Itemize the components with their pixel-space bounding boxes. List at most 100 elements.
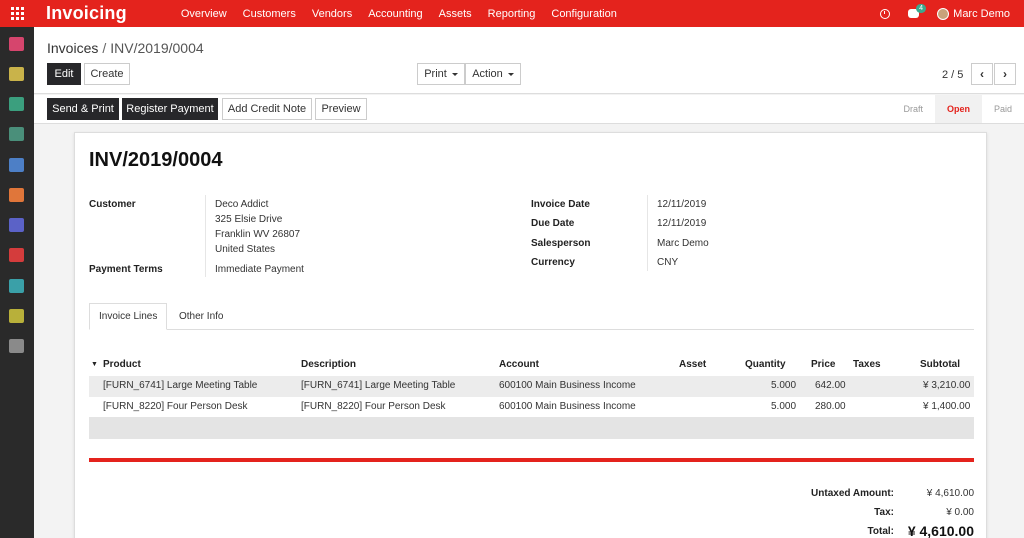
col-taxes[interactable]: Taxes <box>853 359 881 370</box>
cell-product: [FURN_6741] Large Meeting Table <box>103 380 258 391</box>
status-draft: Draft <box>903 104 923 114</box>
breadcrumb-invoices[interactable]: Invoices <box>47 40 98 56</box>
invoice-form-sheet: INV/2019/0004 Customer Deco Addict 325 E… <box>74 132 987 538</box>
messaging-menu[interactable]: 4 <box>908 4 927 18</box>
cell-product: [FURN_8220] Four Person Desk <box>103 401 248 412</box>
employees-icon[interactable] <box>9 279 24 293</box>
due-date-label: Due Date <box>531 218 575 229</box>
cell-description: [FURN_6741] Large Meeting Table <box>301 380 456 391</box>
control-panel: Invoices / INV/2019/0004 Edit Create Print… <box>34 27 1024 94</box>
cell-subtotal: ¥ 1,400.00 <box>923 401 971 412</box>
cell-price: 280.00 <box>815 401 846 412</box>
crm-icon[interactable] <box>9 127 24 141</box>
main-menu: Overview Customers Vendors Accounting As… <box>173 8 625 20</box>
invoicing-icon[interactable] <box>9 188 24 202</box>
salesperson-label: Salesperson <box>531 238 591 249</box>
cell-account: 600100 Main Business Income <box>499 380 636 391</box>
tax-value: ¥ 0.00 <box>946 507 974 518</box>
notebook-tabs: Invoice Lines Other Info <box>89 303 974 330</box>
chevron-right-icon: › <box>1003 67 1007 81</box>
caret-down-icon <box>507 72 514 76</box>
currency-label: Currency <box>531 257 575 268</box>
cell-account: 600100 Main Business Income <box>499 401 636 412</box>
register-payment-button[interactable]: Register Payment <box>122 98 218 120</box>
cell-quantity: 5.000 <box>771 401 797 412</box>
breadcrumb-separator: / <box>102 40 107 56</box>
invoice-number: INV/2019/0004 <box>89 149 223 171</box>
top-navbar: Invoicing Overview Customers Vendors Acc… <box>0 0 1024 27</box>
due-date-value[interactable]: 12/11/2019 <box>657 218 706 229</box>
user-name: Marc Demo <box>953 7 1010 20</box>
print-dropdown[interactable]: Print <box>417 63 465 85</box>
app-title[interactable]: Invoicing <box>46 3 127 24</box>
cell-subtotal: ¥ 3,210.00 <box>923 380 971 391</box>
status-open: Open <box>934 95 982 123</box>
edit-button[interactable]: Edit <box>47 63 81 85</box>
customer-label: Customer <box>89 199 136 210</box>
create-button[interactable]: Create <box>84 63 130 85</box>
pager-next-button[interactable]: › <box>994 63 1016 85</box>
pager-previous-button[interactable]: ‹ <box>971 63 993 85</box>
activity-clock-icon[interactable] <box>880 8 891 19</box>
invoice-date-value[interactable]: 12/11/2019 <box>657 199 706 210</box>
menu-configuration[interactable]: Configuration <box>543 8 624 20</box>
col-price[interactable]: Price <box>811 359 835 370</box>
expenses-icon[interactable] <box>9 309 24 323</box>
menu-overview[interactable]: Overview <box>173 8 235 20</box>
col-subtotal[interactable]: Subtotal <box>920 359 960 370</box>
settings-icon[interactable] <box>9 339 24 353</box>
action-dropdown[interactable]: Action <box>465 63 521 85</box>
pager-value[interactable]: 2 / 5 <box>942 69 963 81</box>
add-credit-note-button[interactable]: Add Credit Note <box>222 98 312 120</box>
user-menu[interactable]: Marc Demo <box>937 7 1010 20</box>
systray: 4 Marc Demo <box>880 0 1010 27</box>
menu-vendors[interactable]: Vendors <box>304 8 360 20</box>
preview-button[interactable]: Preview <box>315 98 367 120</box>
menu-customers[interactable]: Customers <box>235 8 304 20</box>
action-label: Action <box>472 68 503 80</box>
status-steps: Draft Open Paid <box>891 95 1024 123</box>
col-account[interactable]: Account <box>499 359 539 370</box>
col-asset[interactable]: Asset <box>679 359 706 370</box>
currency-value[interactable]: CNY <box>657 257 678 268</box>
cell-quantity: 5.000 <box>771 380 797 391</box>
apps-menu-button[interactable] <box>0 0 34 27</box>
col-product[interactable]: Product <box>103 359 141 370</box>
menu-reporting[interactable]: Reporting <box>480 8 544 20</box>
cell-description: [FURN_8220] Four Person Desk <box>301 401 446 412</box>
untaxed-amount-value: ¥ 4,610.00 <box>926 488 974 499</box>
app-sidebar <box>0 27 34 538</box>
menu-accounting[interactable]: Accounting <box>360 8 430 20</box>
inventory-icon[interactable] <box>9 218 24 232</box>
chat-badge: 4 <box>916 4 927 13</box>
field-divider <box>205 195 206 277</box>
total-value: ¥ 4,610.00 <box>907 523 974 538</box>
sales-icon[interactable] <box>9 158 24 172</box>
add-line-row[interactable] <box>89 417 974 439</box>
contacts-icon[interactable] <box>9 97 24 111</box>
menu-assets[interactable]: Assets <box>431 8 480 20</box>
payment-terms-label: Payment Terms <box>89 264 163 275</box>
tab-invoice-lines[interactable]: Invoice Lines <box>89 303 168 330</box>
customer-country: United States <box>215 244 276 255</box>
untaxed-amount-label: Untaxed Amount: <box>811 488 894 499</box>
col-description[interactable]: Description <box>301 359 356 370</box>
customer-name[interactable]: Deco Addict <box>215 199 268 210</box>
status-paid: Paid <box>993 104 1012 114</box>
col-quantity[interactable]: Quantity <box>745 359 786 370</box>
table-row[interactable]: [FURN_6741] Large Meeting Table [FURN_67… <box>89 376 974 397</box>
timesheets-icon[interactable] <box>9 248 24 262</box>
calendar-icon[interactable] <box>9 67 24 81</box>
field-divider <box>647 195 648 271</box>
chevron-left-icon: ‹ <box>980 67 984 81</box>
discuss-icon[interactable] <box>9 37 24 51</box>
cell-price: 642.00 <box>815 380 846 391</box>
sort-caret-icon[interactable]: ▼ <box>91 361 98 368</box>
tab-other-info[interactable]: Other Info <box>170 303 232 330</box>
print-label: Print <box>424 68 447 80</box>
table-row[interactable]: [FURN_8220] Four Person Desk [FURN_8220]… <box>89 397 974 418</box>
send-print-button[interactable]: Send & Print <box>47 98 119 120</box>
payment-terms-value[interactable]: Immediate Payment <box>215 264 304 275</box>
caret-down-icon <box>451 72 458 76</box>
salesperson-value[interactable]: Marc Demo <box>657 238 709 249</box>
